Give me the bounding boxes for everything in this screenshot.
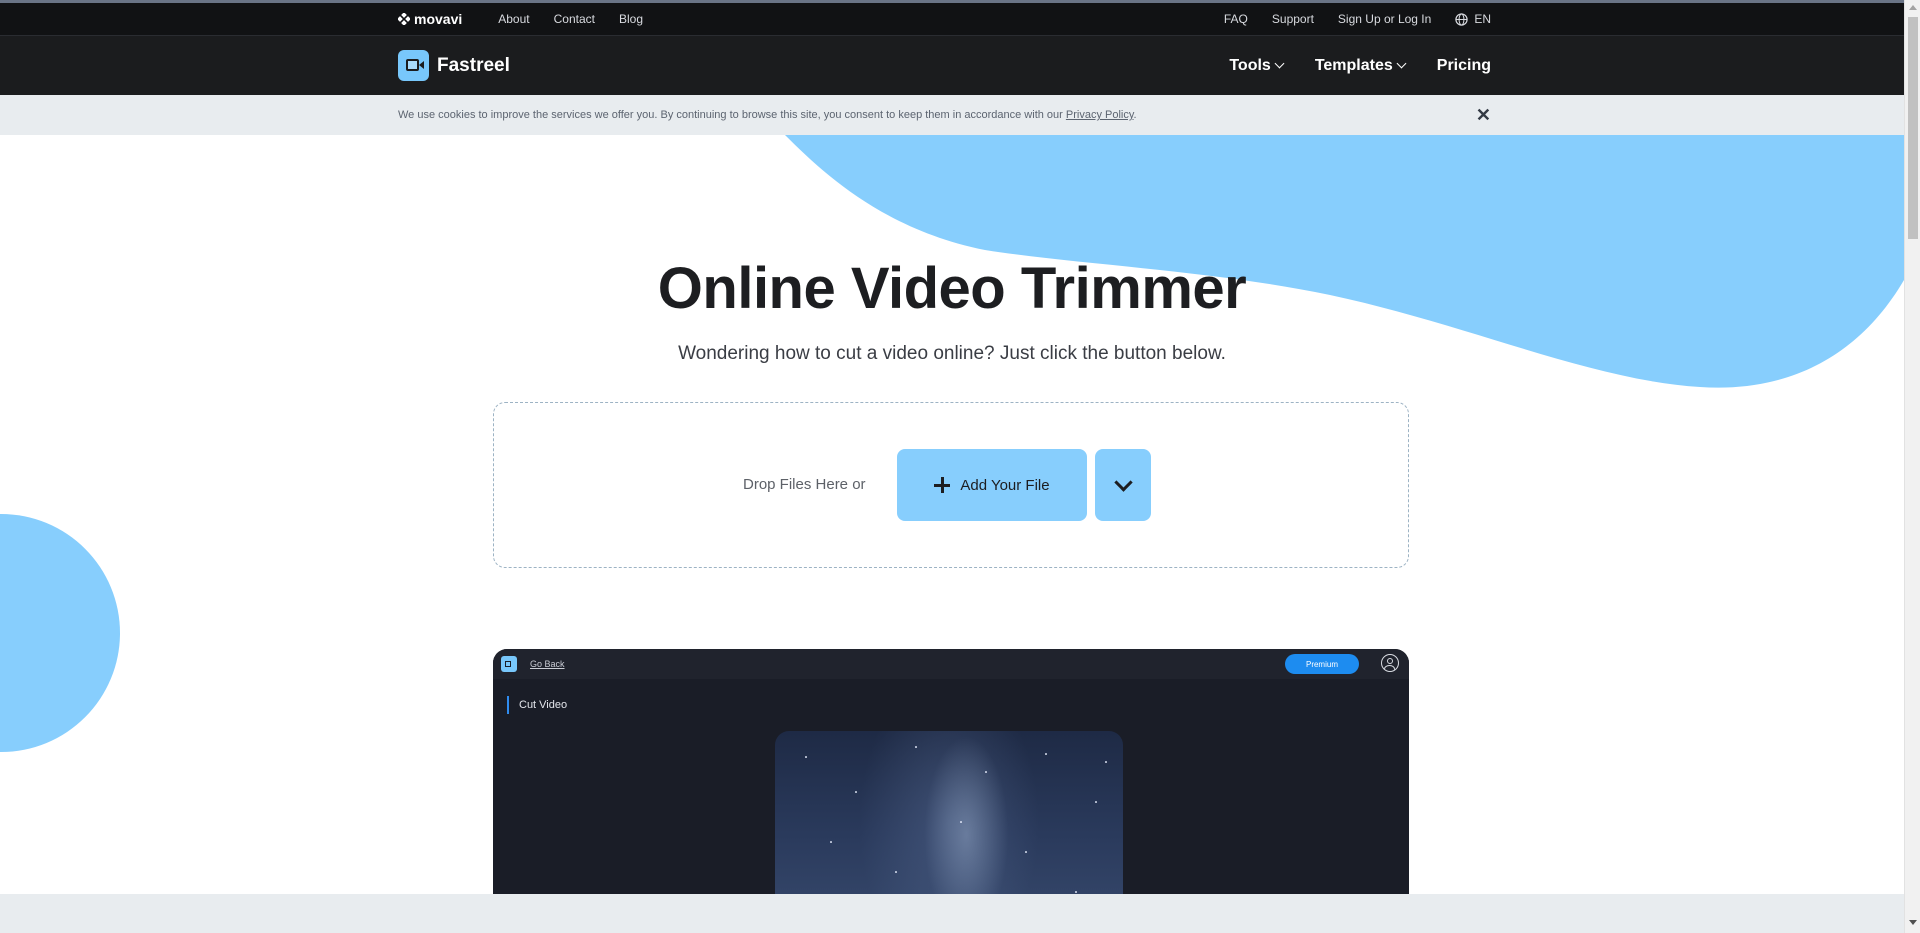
page-scrollbar[interactable] (1904, 0, 1920, 933)
nav-item-pricing-label: Pricing (1436, 56, 1491, 74)
cookie-banner: We use cookies to improve the services w… (0, 95, 1904, 135)
movavi-top-bar: movavi About Contact Blog FAQ Support Si… (0, 3, 1904, 36)
decorative-circle (0, 514, 120, 752)
cookie-tail: . (1133, 109, 1137, 121)
movavi-logo-text: movavi (414, 11, 463, 27)
cookie-message: We use cookies to improve the services w… (398, 109, 1137, 121)
upload-options-dropdown-button[interactable] (1095, 449, 1151, 521)
chevron-down-icon (1274, 58, 1285, 69)
preview-logo-icon (501, 656, 517, 672)
user-account-icon[interactable] (1381, 654, 1399, 672)
nav-item-templates-label: Templates (1314, 56, 1393, 74)
brand-name: Fastreel (437, 54, 510, 76)
nav-item-tools[interactable]: Tools (1229, 56, 1285, 75)
go-back-link[interactable]: Go Back (530, 659, 565, 669)
plus-icon (934, 477, 951, 493)
scroll-down-arrow-icon[interactable] (1909, 920, 1917, 925)
add-your-file-label: Add Your File (960, 476, 1050, 494)
fastreel-logo[interactable]: Fastreel (398, 50, 510, 81)
add-your-file-button[interactable]: Add Your File (897, 449, 1087, 521)
page-subtitle: Wondering how to cut a video online? Jus… (678, 343, 1226, 364)
nav-item-templates[interactable]: Templates (1314, 56, 1407, 75)
close-icon[interactable]: ✕ (1476, 106, 1491, 124)
top-link-contact[interactable]: Contact (554, 12, 595, 26)
top-link-blog[interactable]: Blog (619, 12, 643, 26)
privacy-policy-link[interactable]: Privacy Policy (1066, 109, 1134, 121)
scroll-thumb[interactable] (1908, 17, 1918, 239)
chevron-down-icon (1113, 472, 1133, 492)
globe-icon (1455, 12, 1469, 26)
top-link-support[interactable]: Support (1272, 12, 1314, 26)
drop-files-label: Drop Files Here or (743, 476, 866, 493)
premium-button[interactable]: Premium (1285, 654, 1359, 674)
page: movavi About Contact Blog FAQ Support Si… (0, 0, 1904, 933)
top-link-about[interactable]: About (498, 12, 529, 26)
cut-video-section-label: Cut Video (507, 696, 567, 714)
top-link-faq[interactable]: FAQ (1224, 12, 1248, 26)
nav-item-tools-label: Tools (1229, 56, 1271, 74)
main-nav: Fastreel Tools Templates Pricing (0, 36, 1904, 95)
fastreel-camera-icon (398, 50, 429, 81)
movavi-diamond-icon (398, 13, 410, 25)
nav-item-pricing[interactable]: Pricing (1437, 57, 1491, 75)
cookie-text: We use cookies to improve the services w… (398, 109, 1066, 121)
scroll-up-arrow-icon[interactable] (1909, 5, 1917, 10)
top-link-sign-up[interactable]: Sign Up or Log In (1338, 12, 1431, 26)
preview-topbar: Go Back Premium (493, 649, 1409, 679)
chevron-down-icon (1396, 58, 1407, 69)
app-preview: Go Back Premium Cut Video (493, 649, 1409, 933)
movavi-logo[interactable]: movavi (398, 11, 462, 27)
page-title: Online Video Trimmer (657, 256, 1247, 321)
language-selector[interactable]: EN (1455, 12, 1491, 26)
footer-strip (0, 894, 1904, 933)
language-label: EN (1474, 12, 1491, 26)
